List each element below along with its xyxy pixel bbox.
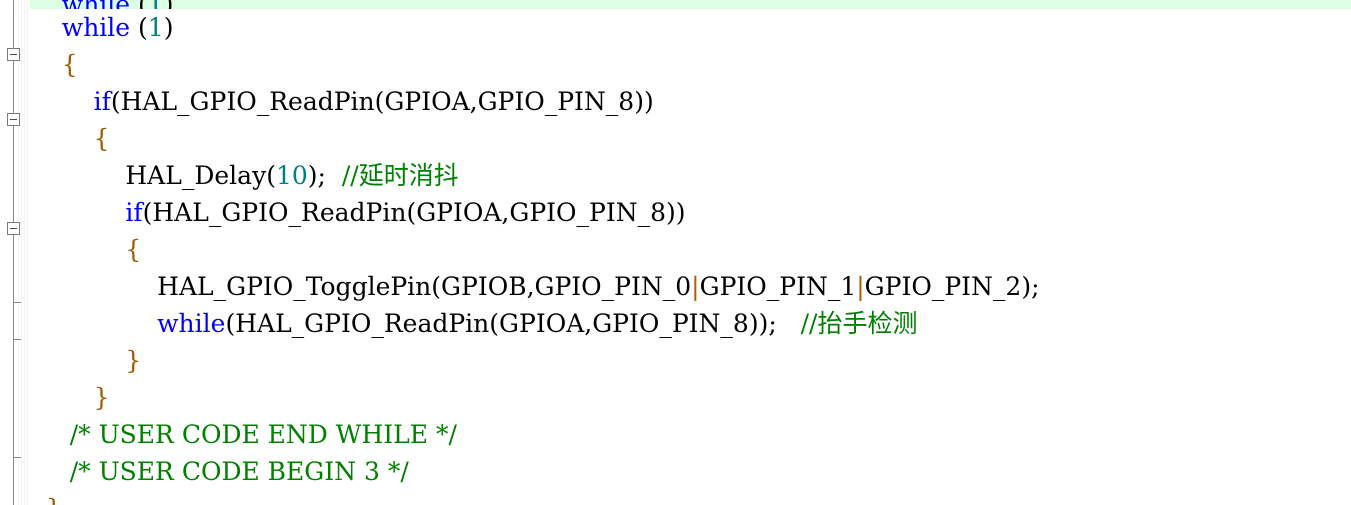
- code-token-id: (HAL_GPIO_ReadPin(GPIOA,GPIO_PIN_8)): [142, 198, 686, 227]
- code-token-id: GPIO_PIN_2);: [864, 272, 1040, 301]
- code-line[interactable]: {: [30, 231, 1351, 268]
- code-token-id: HAL_GPIO_TogglePin(GPIOB,GPIO_PIN_0: [157, 272, 692, 301]
- code-token-cmt: //抬手检测: [800, 309, 918, 338]
- code-line[interactable]: /* USER CODE BEGIN 3 */: [30, 453, 1351, 490]
- code-token-cmt: /* USER CODE END WHILE */: [69, 420, 457, 449]
- code-token-pun: [30, 420, 70, 449]
- code-line[interactable]: /* USER CODE END WHILE */: [30, 416, 1351, 453]
- code-token-op: |: [856, 272, 865, 301]
- code-token-brace: {: [93, 124, 110, 153]
- code-line[interactable]: {: [30, 120, 1351, 157]
- code-token-pun: [30, 13, 62, 42]
- code-token-brace: }: [46, 494, 62, 505]
- code-token-pun: [30, 383, 94, 412]
- code-token-pun: [30, 346, 125, 375]
- code-token-pun: ): [163, 13, 174, 42]
- fold-scope-line: [13, 0, 14, 505]
- code-token-pun: [30, 87, 94, 116]
- fold-end-tick-2: [13, 457, 21, 458]
- code-token-kw: if: [93, 87, 111, 116]
- code-token-id: );: [307, 161, 326, 190]
- code-folding-gutter[interactable]: [0, 0, 30, 505]
- code-token-kw: if: [125, 198, 143, 227]
- code-token-kw: while: [61, 13, 131, 42]
- fold-collapse-box-1[interactable]: [7, 113, 20, 126]
- code-token-brace: }: [93, 383, 110, 412]
- code-token-id: (HAL_GPIO_ReadPin(GPIOA,GPIO_PIN_8));: [225, 309, 777, 338]
- code-token-pun: [30, 494, 46, 505]
- code-token-id: HAL_Delay(: [125, 161, 276, 190]
- code-token-pun: [326, 161, 342, 190]
- code-token-pun: [30, 457, 70, 486]
- source-code-text[interactable]: while (1) while (1) { if(HAL_GPIO_ReadPi…: [30, 0, 1351, 505]
- code-token-pun: [30, 161, 125, 190]
- code-line[interactable]: }: [30, 342, 1351, 379]
- code-editor-view[interactable]: while (1) while (1) { if(HAL_GPIO_ReadPi…: [0, 0, 1351, 505]
- code-token-pun: [777, 309, 801, 338]
- code-line[interactable]: if(HAL_GPIO_ReadPin(GPIOA,GPIO_PIN_8)): [30, 83, 1351, 120]
- code-token-num: 1: [147, 13, 164, 42]
- code-line[interactable]: while (1): [30, 9, 1351, 46]
- code-line[interactable]: HAL_GPIO_TogglePin(GPIOB,GPIO_PIN_0|GPIO…: [30, 268, 1351, 305]
- code-line[interactable]: }: [30, 490, 1351, 505]
- code-token-op: |: [691, 272, 700, 301]
- code-token-pun: [30, 198, 125, 227]
- fold-end-tick-1: [13, 339, 21, 340]
- code-token-num: 1: [148, 0, 164, 9]
- fold-collapse-box-2[interactable]: [7, 222, 20, 235]
- code-line[interactable]: }: [30, 379, 1351, 416]
- code-token-pun: [30, 309, 157, 338]
- code-token-brace: {: [125, 235, 142, 264]
- fold-collapse-box-0[interactable]: [7, 48, 20, 61]
- code-line[interactable]: if(HAL_GPIO_ReadPin(GPIOA,GPIO_PIN_8)): [30, 194, 1351, 231]
- code-line[interactable]: while(HAL_GPIO_ReadPin(GPIOA,GPIO_PIN_8)…: [30, 305, 1351, 342]
- code-token-id: GPIO_PIN_1: [699, 272, 857, 301]
- code-token-pun: (: [130, 0, 148, 9]
- code-token-brace: {: [61, 50, 78, 79]
- code-token-pun: (: [130, 13, 148, 42]
- code-line[interactable]: {: [30, 46, 1351, 83]
- code-token-kw: while: [157, 309, 226, 338]
- code-token-pun: [30, 124, 94, 153]
- code-token-pun: [30, 272, 157, 301]
- code-token-brace: }: [125, 346, 142, 375]
- fold-end-tick-0: [13, 302, 21, 303]
- code-token-pun: ): [164, 0, 174, 9]
- code-token-cmt: /* USER CODE BEGIN 3 */: [69, 457, 409, 486]
- code-token-pun: [30, 0, 62, 9]
- code-token-id: (HAL_GPIO_ReadPin(GPIOA,GPIO_PIN_8)): [110, 87, 654, 116]
- code-line[interactable]: while (1): [30, 0, 1351, 9]
- code-line[interactable]: HAL_Delay(10); //延时消抖: [30, 157, 1351, 194]
- code-token-cmt: //延时消抖: [341, 161, 459, 190]
- code-token-pun: [30, 50, 62, 79]
- code-token-kw: while: [62, 0, 130, 9]
- code-token-num: 10: [275, 161, 308, 190]
- gutter-hatch-strip: [18, 0, 30, 505]
- code-token-pun: [30, 235, 125, 264]
